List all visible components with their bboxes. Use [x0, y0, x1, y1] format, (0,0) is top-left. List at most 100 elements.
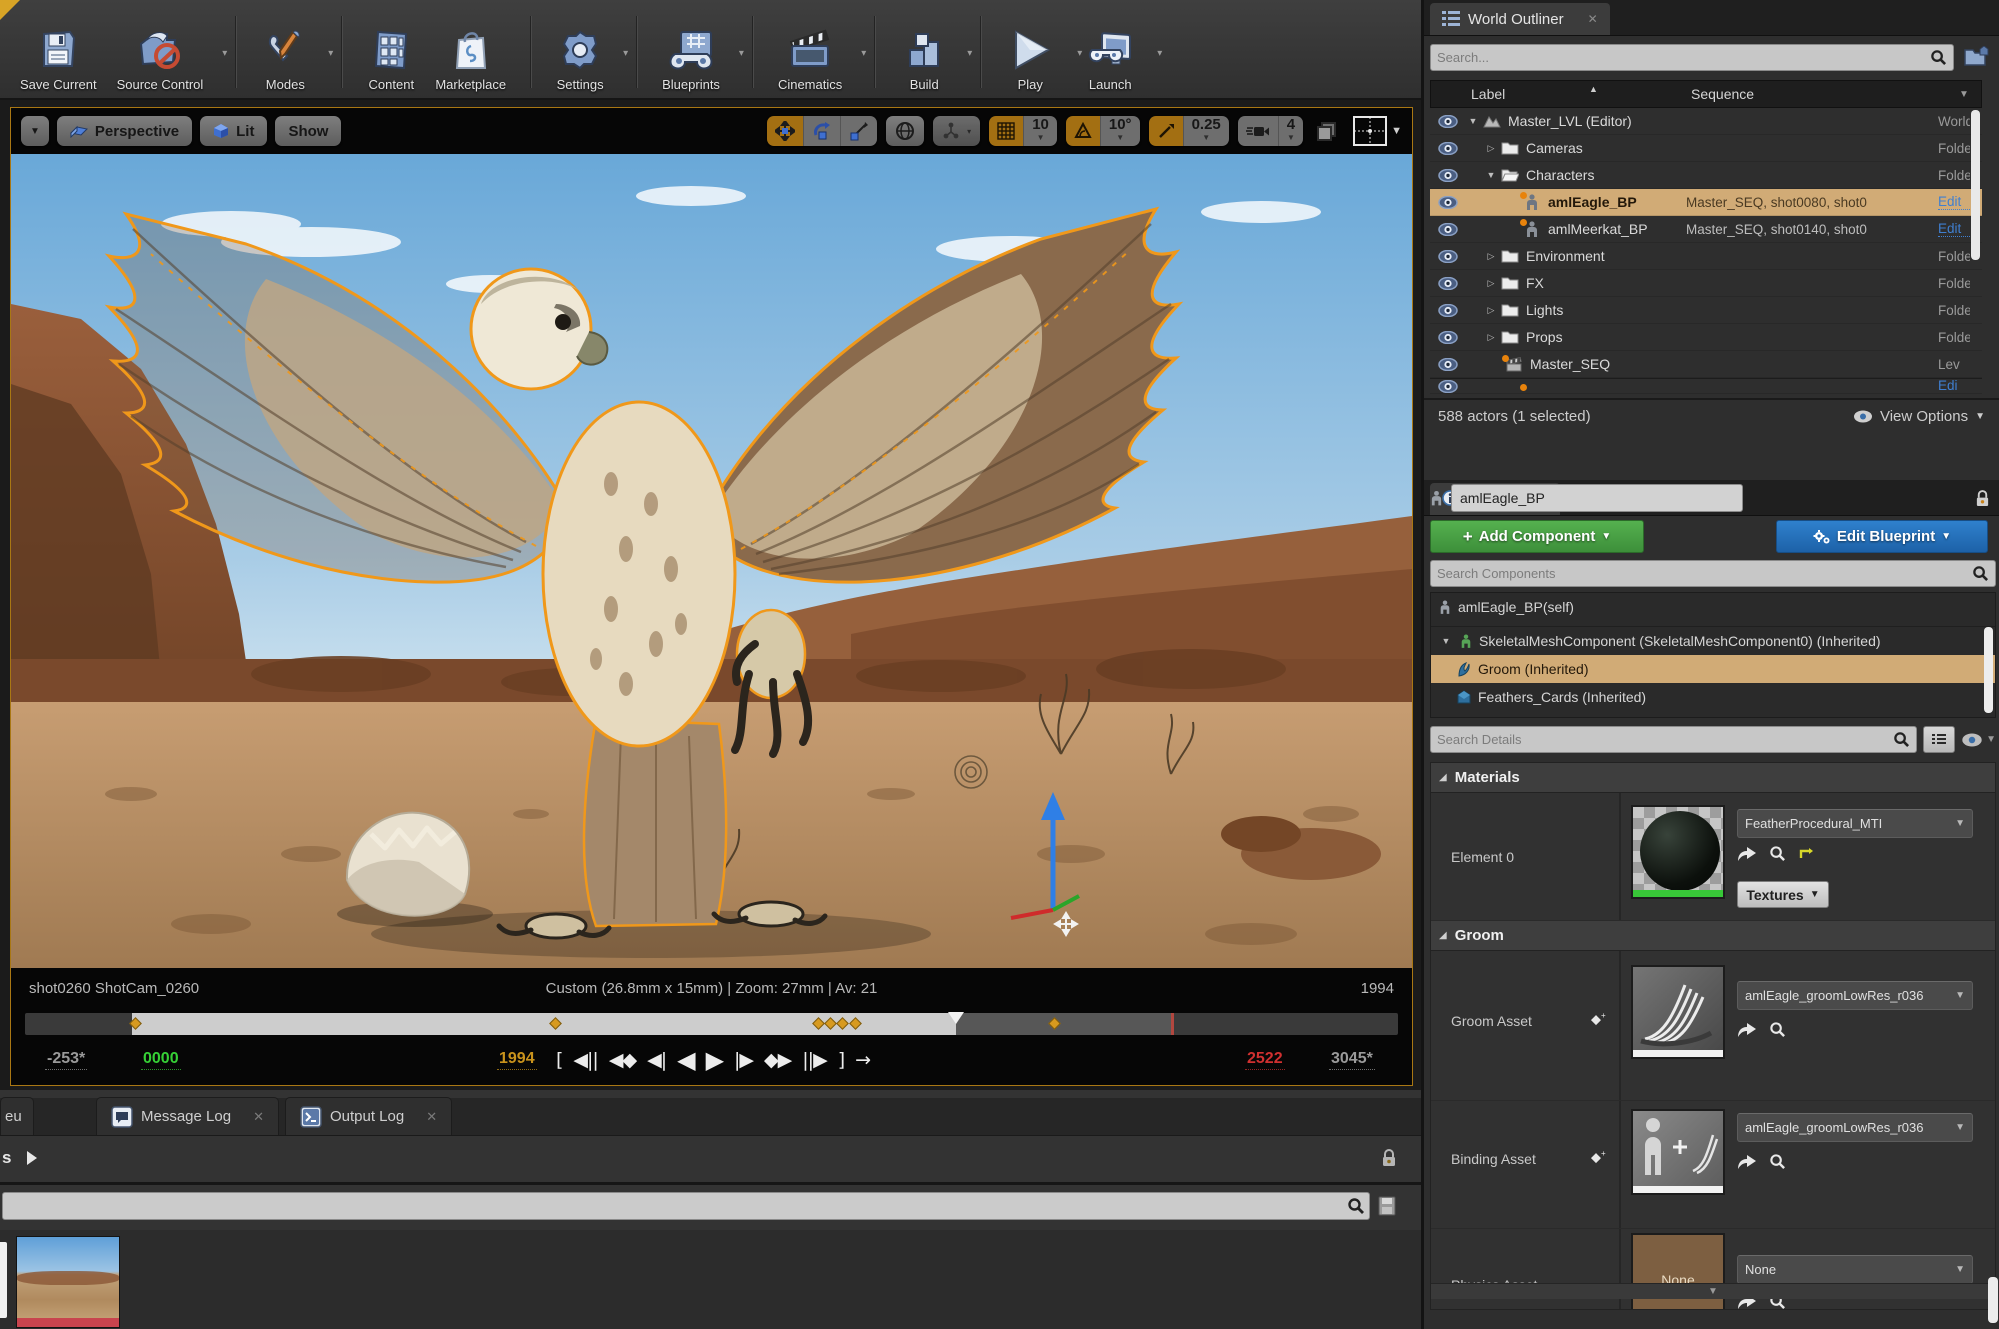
visibility-eye-icon[interactable]: [1430, 223, 1466, 236]
use-selected-asset-icon[interactable]: [1737, 1022, 1757, 1038]
visibility-eye-icon[interactable]: [1430, 250, 1466, 263]
playback-end-field[interactable]: 2522: [1245, 1050, 1285, 1070]
visibility-eye-icon[interactable]: [1430, 358, 1466, 371]
outliner-scrollbar[interactable]: [1971, 110, 1980, 260]
expander-closed-icon[interactable]: ▷: [1484, 143, 1498, 154]
play-reverse-button[interactable]: ◀: [677, 1046, 694, 1074]
modes-button[interactable]: Modes ▾: [251, 20, 327, 94]
use-selected-asset-icon[interactable]: [1737, 1154, 1757, 1170]
filters-expand-arrow-icon[interactable]: [27, 1151, 37, 1165]
move-tool-button[interactable]: [767, 116, 804, 146]
outliner-row-master-lvl[interactable]: ▼ Master_LVL (Editor) World: [1430, 108, 1982, 135]
binding-asset-dropdown[interactable]: amlEagle_groomLowRes_r036 ▼: [1737, 1113, 1973, 1142]
outliner-row-cameras[interactable]: ▷ Cameras Folder: [1430, 135, 1982, 162]
lock-icon[interactable]: [1975, 489, 1990, 508]
viewport-layout-button[interactable]: ▼: [1353, 116, 1402, 146]
component-row-groom[interactable]: Groom (Inherited): [1431, 655, 1995, 683]
visibility-eye-icon[interactable]: [1430, 196, 1466, 209]
textures-button[interactable]: Textures ▼: [1737, 881, 1829, 908]
build-button[interactable]: Build ▾: [890, 20, 966, 94]
visibility-eye-icon[interactable]: [1430, 277, 1466, 290]
component-row-self[interactable]: amlEagle_BP(self): [1431, 593, 1995, 621]
visibility-eye-icon[interactable]: [1430, 142, 1466, 155]
expander-closed-icon[interactable]: ▷: [1484, 332, 1498, 343]
current-frame-field[interactable]: 1994: [497, 1050, 537, 1070]
world-space-button[interactable]: [886, 116, 924, 146]
components-search-input[interactable]: [1437, 566, 1972, 581]
range-start-field[interactable]: -253*: [45, 1050, 87, 1070]
visibility-eye-icon[interactable]: [1430, 115, 1466, 128]
viewport-scene[interactable]: [11, 154, 1412, 968]
level-viewport[interactable]: ▼ Perspective Lit Show: [10, 107, 1413, 1086]
lock-icon[interactable]: [1381, 1148, 1397, 1168]
components-search[interactable]: [1430, 560, 1996, 587]
scale-snap-value[interactable]: 0.25▼: [1184, 116, 1229, 146]
browse-to-asset-icon[interactable]: [1769, 845, 1786, 862]
sequencer-timeline[interactable]: [25, 1013, 1398, 1035]
jump-to-start-button[interactable]: ◀||: [573, 1046, 597, 1074]
groom-asset-thumbnail[interactable]: [1631, 965, 1725, 1059]
details-scrollbar[interactable]: [1988, 1277, 1998, 1323]
add-keyframe-icon[interactable]: ◆+: [1591, 1011, 1606, 1027]
materials-section-header[interactable]: ◢ Materials: [1431, 763, 1995, 793]
content-search-input[interactable]: [3, 1199, 1347, 1214]
play-forward-button[interactable]: ▶: [706, 1046, 723, 1074]
expander-closed-icon[interactable]: ▷: [1484, 305, 1498, 316]
outliner-row-amleagle-bp[interactable]: amlEagle_BP Master_SEQ, shot0080, shot0 …: [1430, 189, 1982, 216]
level-asset-thumbnail[interactable]: [16, 1236, 120, 1328]
property-matrix-button[interactable]: [1923, 726, 1955, 753]
range-end-field[interactable]: 3045*: [1329, 1050, 1375, 1070]
tab-output-log[interactable]: Output Log ✕: [285, 1097, 452, 1135]
material-thumbnail[interactable]: [1631, 805, 1725, 899]
tab-message-log[interactable]: Message Log ✕: [96, 1097, 279, 1135]
outliner-row-partial[interactable]: Edi: [1430, 378, 1982, 394]
sequence-column-header[interactable]: Sequence: [1691, 86, 1754, 102]
surface-snapping-button[interactable]: ▾: [933, 116, 980, 146]
set-end-button[interactable]: ]: [838, 1046, 844, 1074]
outliner-search[interactable]: [1430, 44, 1954, 71]
rotate-tool-button[interactable]: [804, 116, 841, 146]
details-search[interactable]: [1430, 726, 1917, 753]
close-icon[interactable]: ✕: [253, 1109, 264, 1125]
previous-key-button[interactable]: ◀◆: [609, 1046, 636, 1074]
visibility-eye-icon[interactable]: [1430, 380, 1466, 393]
edit-blueprint-button[interactable]: Edit Blueprint ▼: [1776, 520, 1988, 553]
physics-asset-dropdown[interactable]: None ▼: [1737, 1255, 1973, 1284]
lit-button[interactable]: Lit: [200, 116, 267, 146]
launch-button[interactable]: Launch ▾: [1076, 20, 1156, 94]
show-button[interactable]: Show: [275, 116, 341, 146]
play-button[interactable]: Play ▾: [996, 20, 1076, 94]
maximize-viewport-button[interactable]: [1316, 120, 1338, 142]
expander-open-icon[interactable]: ▼: [1439, 636, 1453, 646]
edit-sequence-link[interactable]: Edit: [1938, 221, 1970, 237]
content-button[interactable]: Content: [357, 20, 425, 94]
outliner-row-environment[interactable]: ▷ Environment Folder: [1430, 243, 1982, 270]
binding-asset-thumbnail[interactable]: [1631, 1109, 1725, 1195]
content-search-bar[interactable]: [2, 1192, 1370, 1220]
close-icon[interactable]: ✕: [426, 1109, 437, 1125]
components-scrollbar[interactable]: [1984, 627, 1993, 713]
component-row-skeletalmesh[interactable]: ▼ SkeletalMeshComponent (SkeletalMeshCom…: [1431, 627, 1995, 655]
outliner-row-props[interactable]: ▷ Props Folder: [1430, 324, 1982, 351]
camera-speed-value[interactable]: 4▼: [1279, 116, 1303, 146]
grid-snap-value[interactable]: 10▼: [1024, 116, 1057, 146]
partial-tab[interactable]: eu ✕: [0, 1097, 34, 1135]
save-search-icon[interactable]: [1378, 1196, 1396, 1216]
scale-snap-toggle[interactable]: [1149, 116, 1184, 146]
column-filter-icon[interactable]: ▼: [1959, 89, 1969, 100]
visibility-eye-icon[interactable]: [1430, 304, 1466, 317]
playhead[interactable]: [948, 1012, 964, 1024]
scale-tool-button[interactable]: [841, 116, 877, 146]
camera-speed-icon-button[interactable]: [1238, 116, 1279, 146]
viewport-options-button[interactable]: ▼: [21, 116, 49, 146]
outliner-search-input[interactable]: [1437, 50, 1930, 65]
edit-sequence-link[interactable]: Edi: [1938, 378, 1970, 394]
visibility-eye-icon[interactable]: [1430, 331, 1466, 344]
view-options-button[interactable]: View Options ▼: [1853, 408, 1985, 425]
rotation-snap-value[interactable]: 10°▼: [1101, 116, 1140, 146]
save-current-button[interactable]: Save Current: [10, 20, 107, 94]
step-back-button[interactable]: ◀|: [647, 1046, 666, 1074]
component-row-feathers-cards[interactable]: Feathers_Cards (Inherited): [1431, 683, 1995, 711]
settings-button[interactable]: Settings ▾: [546, 20, 622, 94]
step-forward-button[interactable]: |▶: [734, 1046, 753, 1074]
